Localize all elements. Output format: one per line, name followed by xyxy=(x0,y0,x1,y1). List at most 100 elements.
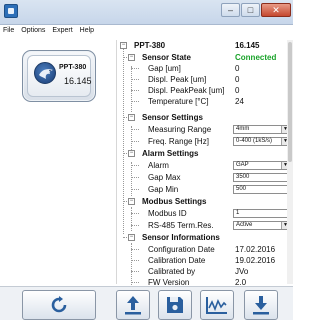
tree-branch-line xyxy=(123,57,127,58)
save-button[interactable] xyxy=(158,290,192,320)
tree-row-calibration-date: Calibration Date 19.02.2016 xyxy=(117,255,294,266)
tree-row-freq-range: Freq. Range [Hz] 0-400 (1kS/s) ▼ xyxy=(117,136,294,147)
tree-row-displ-peakpeak: Displ. PeakPeak [um] 0 xyxy=(117,85,294,96)
tree-row-modbus-id: Modbus ID 1 xyxy=(117,208,294,219)
rs485-label: RS-485 Term.Res. xyxy=(148,221,214,230)
displ-peak-value: 0 xyxy=(235,75,240,84)
tree-branch-line xyxy=(131,271,139,272)
sensor-informations-row[interactable]: − Sensor Informations xyxy=(117,232,294,243)
rs485-value: Active xyxy=(236,222,253,228)
displ-peakpeak-value: 0 xyxy=(235,86,240,95)
sensor-state-label: Sensor State xyxy=(142,53,191,62)
modbus-id-label: Modbus ID xyxy=(148,209,187,218)
measuring-range-select[interactable]: 4mm ▼ xyxy=(233,125,290,134)
menu-bar: File Options Expert Help xyxy=(0,25,293,37)
sensor-state-row[interactable]: − Sensor State Connected xyxy=(117,52,294,63)
rs485-select[interactable]: Active ▼ xyxy=(233,221,290,230)
tree-branch-line xyxy=(131,79,139,80)
gap-max-input[interactable]: 3500 xyxy=(233,173,290,182)
gap-max-value: 3500 xyxy=(236,174,250,180)
temperature-value: 24 xyxy=(235,97,244,106)
tree-row-config-date: Configuration Date 17.02.2016 xyxy=(117,244,294,255)
displ-peak-label: Displ. Peak [um] xyxy=(148,75,207,84)
tree-branch-line xyxy=(131,189,139,190)
sensor-settings-label: Sensor Settings xyxy=(142,113,203,122)
freq-range-select[interactable]: 0-400 (1kS/s) ▼ xyxy=(233,137,290,146)
tree-root-row[interactable]: − PPT-380 16.145 xyxy=(117,40,294,51)
tree-branch-line xyxy=(131,141,139,142)
refresh-button[interactable] xyxy=(22,290,96,320)
gap-value: 0 xyxy=(235,64,240,73)
refresh-icon xyxy=(51,296,67,313)
modbus-settings-label: Modbus Settings xyxy=(142,197,207,206)
close-button[interactable]: ✕ xyxy=(261,3,291,17)
device-card[interactable]: PPT-380 16.145 xyxy=(22,50,96,102)
window-controls: – □ ✕ xyxy=(221,3,291,17)
modbus-settings-row[interactable]: − Modbus Settings xyxy=(117,196,294,207)
tree-root-label: PPT-380 xyxy=(134,41,166,50)
scrollbar-thumb[interactable] xyxy=(288,42,292,162)
tree-branch-line xyxy=(131,225,139,226)
config-date-value: 17.02.2016 xyxy=(235,245,276,254)
connection-status: Connected xyxy=(235,53,277,62)
app-icon xyxy=(4,4,18,18)
upload-icon xyxy=(125,296,141,315)
gap-min-value: 500 xyxy=(236,186,247,192)
upload-button[interactable] xyxy=(116,290,150,320)
collapse-icon[interactable]: − xyxy=(120,42,127,49)
eagle-logo-icon xyxy=(34,62,56,84)
tree-branch-line xyxy=(131,249,139,250)
device-value: 16.145 xyxy=(64,76,92,86)
collapse-icon[interactable]: − xyxy=(128,150,135,157)
alarm-settings-row[interactable]: − Alarm Settings xyxy=(117,148,294,159)
device-card-inner: PPT-380 16.145 xyxy=(27,55,92,97)
tree-branch-line xyxy=(123,237,127,238)
menu-expert[interactable]: Expert xyxy=(52,25,72,37)
menu-help[interactable]: Help xyxy=(80,25,94,37)
bottom-toolbar xyxy=(0,286,293,320)
tree-row-calibrated-by: Calibrated by JVo xyxy=(117,266,294,277)
collapse-icon[interactable]: − xyxy=(128,54,135,61)
gap-min-input[interactable]: 500 xyxy=(233,185,290,194)
freq-range-label: Freq. Range [Hz] xyxy=(148,137,209,146)
tree-branch-line xyxy=(131,282,139,283)
tree-branch-line xyxy=(123,201,127,202)
measuring-range-value: 4mm xyxy=(236,126,250,132)
tree-branch-line xyxy=(131,177,139,178)
config-date-label: Configuration Date xyxy=(148,245,215,254)
tree-row-temperature: Temperature [°C] 24 xyxy=(117,96,294,107)
alarm-select[interactable]: GAP ▼ xyxy=(233,161,290,170)
calibrated-by-label: Calibrated by xyxy=(148,267,196,276)
calibration-date-label: Calibration Date xyxy=(148,256,206,265)
download-icon xyxy=(253,296,269,315)
measuring-range-label: Measuring Range xyxy=(148,125,212,134)
tree-branch-line xyxy=(131,129,139,130)
tree-branch-line xyxy=(131,90,139,91)
tree-branch-line xyxy=(131,213,139,214)
waveform-chart-button[interactable] xyxy=(200,290,234,320)
gap-max-label: Gap Max xyxy=(148,173,181,182)
tree-row-displ-peak: Displ. Peak [um] 0 xyxy=(117,74,294,85)
tree-row-measuring-range: Measuring Range 4mm ▼ xyxy=(117,124,294,135)
tree-root-value: 16.145 xyxy=(235,41,260,50)
download-button[interactable] xyxy=(244,290,278,320)
tree-branch-line xyxy=(131,165,139,166)
maximize-button[interactable]: □ xyxy=(241,3,260,17)
title-bar: – □ ✕ xyxy=(0,0,293,25)
tree-row-gap-min: Gap Min 500 xyxy=(117,184,294,195)
menu-options[interactable]: Options xyxy=(21,25,45,37)
tree-scrollbar[interactable] xyxy=(287,40,293,284)
alarm-label: Alarm xyxy=(148,161,169,170)
sensor-informations-label: Sensor Informations xyxy=(142,233,220,242)
collapse-icon[interactable]: − xyxy=(128,198,135,205)
collapse-icon[interactable]: − xyxy=(128,234,135,241)
displ-peakpeak-label: Displ. PeakPeak [um] xyxy=(148,86,225,95)
sensor-settings-row[interactable]: − Sensor Settings xyxy=(117,112,294,123)
tree-branch-line xyxy=(131,101,139,102)
modbus-id-input[interactable]: 1 xyxy=(233,209,290,218)
freq-range-value: 0-400 (1kS/s) xyxy=(236,138,273,144)
alarm-value: GAP xyxy=(236,162,249,168)
collapse-icon[interactable]: − xyxy=(128,114,135,121)
minimize-button[interactable]: – xyxy=(221,3,240,17)
menu-file[interactable]: File xyxy=(3,25,14,37)
